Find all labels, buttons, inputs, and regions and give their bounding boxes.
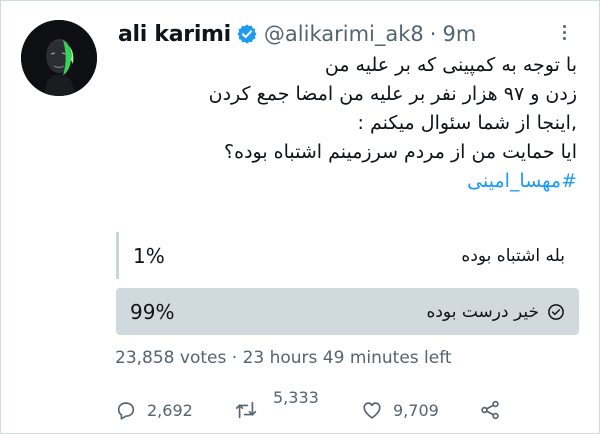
tweet-text-line: ,اینجا از شما سئوال میکنم : — [357, 112, 577, 134]
tweet-header: ali karimi @alikarimi_ak8 · 9m — [118, 19, 476, 49]
poll-time-left: 23 hours 49 minutes left — [242, 348, 452, 368]
poll-meta: 23,858 votes · 23 hours 49 minutes left — [115, 348, 452, 368]
retweet-button[interactable] — [235, 399, 257, 421]
tweet-actions: 2,692 5,333 9,709 — [115, 388, 535, 429]
more-icon[interactable] — [549, 17, 579, 47]
tweet-text-line: زدن و ۹۷ هزار نفر بر علیه من امضا جمع کر… — [208, 83, 577, 105]
poll-votes: 23,858 votes — [115, 348, 227, 368]
poll-option-label: خیر درست بوده — [426, 302, 565, 322]
reply-button[interactable]: 2,692 — [115, 399, 193, 421]
poll-option-1: 1% بله اشتباه بوده — [116, 232, 579, 279]
like-count: 9,709 — [393, 400, 439, 420]
check-circle-icon — [548, 303, 564, 320]
avatar-image — [21, 20, 97, 96]
author-name[interactable]: ali karimi — [118, 22, 231, 47]
retweet-icon — [235, 401, 257, 419]
like-icon — [363, 402, 381, 419]
tweet-text-line: با توجه به کمپینی که بر علیه من — [324, 54, 577, 76]
like-button[interactable]: 9,709 — [361, 399, 439, 421]
reply-count: 2,692 — [147, 400, 193, 420]
tweet-card: ali karimi @alikarimi_ak8 · 9m با توجه ب… — [0, 0, 600, 434]
meta-separator: · — [231, 348, 243, 368]
hashtag-link[interactable]: #مهسا_امینی — [107, 167, 577, 196]
avatar[interactable] — [21, 20, 97, 96]
poll-option-text: بله اشتباه بوده — [461, 245, 565, 266]
poll-option-2: 99% خیر درست بوده — [116, 288, 579, 335]
poll-option-percent: 99% — [130, 299, 175, 324]
poll-option-label: بله اشتباه بوده — [461, 246, 565, 266]
poll-option-text: خیر درست بوده — [426, 301, 539, 322]
poll-option-percent: 1% — [133, 243, 165, 268]
share-button[interactable] — [479, 399, 501, 421]
verified-badge-icon — [237, 24, 257, 44]
reply-icon — [117, 402, 135, 420]
tweet-text-line: ایا حمایت من از مردم سرزمینم اشتباه بوده… — [224, 141, 577, 163]
author-handle[interactable]: @alikarimi_ak8 — [264, 22, 424, 46]
tweet-timestamp[interactable]: 9m — [442, 22, 476, 46]
share-icon — [481, 400, 499, 420]
retweet-count: 5,333 — [273, 388, 319, 407]
header-separator: · — [429, 22, 437, 46]
tweet-text: با توجه به کمپینی که بر علیه من زدن و ۹۷… — [107, 51, 577, 196]
